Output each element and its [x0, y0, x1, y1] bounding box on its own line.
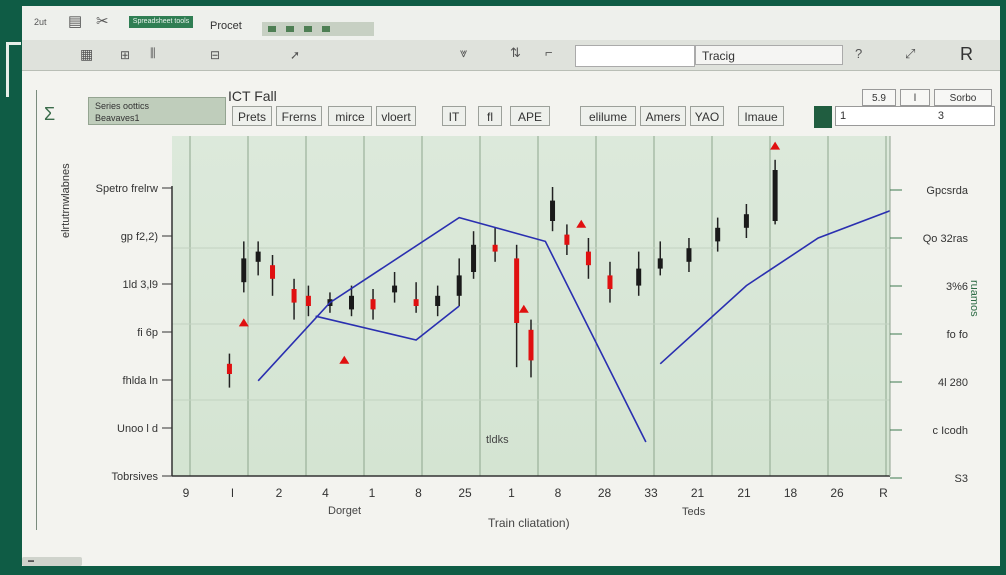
- x-tick-label: 9: [183, 486, 190, 500]
- candle-body: [715, 227, 721, 242]
- candle-body: [392, 285, 398, 293]
- y-tick-label-left: Spetro frelrw: [96, 183, 158, 195]
- y-tick-label-right: S3: [955, 473, 968, 485]
- x-tick-label: 33: [644, 486, 658, 500]
- x-tick-label: 8: [555, 486, 562, 500]
- y-tick-label-left: fhlda ln: [123, 375, 158, 387]
- x-ticks: 9 l 2 4 1 8 25 1 8 28 33 21 21 18 26 R: [183, 486, 889, 500]
- candle-body: [291, 289, 297, 303]
- x-tick-label: 21: [737, 486, 751, 500]
- y-tick-label-right: Gpcsrda: [926, 185, 968, 197]
- sheet-tab-icon: ▬: [28, 558, 34, 564]
- x-tick-label: 21: [691, 486, 705, 500]
- candle-body: [241, 258, 247, 283]
- candle-body: [564, 234, 570, 245]
- candle-body: [514, 258, 520, 323]
- y-axis-label: elrtutrnwlabnes: [60, 163, 72, 238]
- plot-area: [172, 136, 890, 476]
- window-left-frame: [0, 0, 22, 575]
- candle-body: [413, 299, 419, 306]
- x-tick-label: 4: [322, 486, 329, 500]
- x-tick-label: 8: [415, 486, 422, 500]
- y-tick-label-left: fi 6p: [137, 327, 158, 339]
- candle-body: [657, 258, 663, 269]
- y-tick-label-left: Unoo l d: [117, 423, 158, 435]
- candle-body: [456, 275, 462, 296]
- candle-body: [370, 299, 376, 310]
- candle-body: [607, 275, 613, 289]
- candle-body: [270, 265, 276, 279]
- candle-body: [305, 295, 311, 306]
- candle-body: [528, 329, 534, 361]
- frame-rail-icon: [6, 42, 21, 97]
- candle-body: [686, 248, 692, 262]
- chart-canvas: Spetro frelrw gp f2,2) 1ld 3,l9 fi 6p fhlda …: [96, 136, 969, 500]
- candle-body: [550, 200, 556, 221]
- y-tick-label-right: c Icodh: [933, 425, 968, 437]
- chart-mid-label: tldks: [486, 434, 509, 446]
- x-tick-label: 1: [369, 486, 376, 500]
- x-tick-label: 1: [508, 486, 515, 500]
- candle-body: [255, 251, 261, 262]
- y-tick-label-right: Qo 32ras: [923, 233, 969, 245]
- x-tick-label: 28: [598, 486, 612, 500]
- window-right-frame: [1000, 0, 1006, 575]
- candle-body: [585, 251, 591, 266]
- sheet-tab[interactable]: ▬: [22, 557, 82, 566]
- x-tick-label: 26: [830, 486, 844, 500]
- x-label-right: Teds: [682, 506, 706, 518]
- x-label-left: Dorget: [328, 505, 362, 517]
- y-tick-label-left: 1ld 3,l9: [123, 279, 158, 291]
- x-axis-label: Train cliatation): [488, 516, 570, 530]
- y-ticks-left: Spetro frelrw gp f2,2) 1ld 3,l9 fi 6p fhlda …: [96, 183, 172, 483]
- candle-body: [226, 363, 232, 374]
- candle-body: [471, 244, 477, 272]
- candle-body: [772, 170, 778, 221]
- window-bottom-frame: [0, 566, 1006, 575]
- y-ticks-right: Gpcsrda Qo 32ras 3%6 fo fo 4l 280 c Icodh S3: [890, 185, 969, 485]
- y-tick-label-right: 4l 280: [938, 377, 968, 389]
- y-axis-label-right: ruamos: [968, 280, 980, 317]
- candle-body: [492, 244, 498, 252]
- y-tick-label-right: 3%6: [946, 281, 968, 293]
- x-tick-label: l: [231, 486, 234, 500]
- candle-body: [435, 295, 441, 306]
- y-tick-label-left: Tobrsives: [112, 471, 159, 483]
- candle-body: [743, 214, 749, 228]
- x-tick-label: 2: [276, 486, 283, 500]
- candle-body: [636, 268, 642, 286]
- y-tick-label-left: gp f2,2): [121, 231, 158, 243]
- x-tick-label: 18: [784, 486, 798, 500]
- x-tick-label: R: [879, 486, 888, 500]
- y-tick-label-right: fo fo: [947, 329, 968, 341]
- candle-body: [349, 295, 354, 310]
- x-tick-label: 25: [458, 486, 472, 500]
